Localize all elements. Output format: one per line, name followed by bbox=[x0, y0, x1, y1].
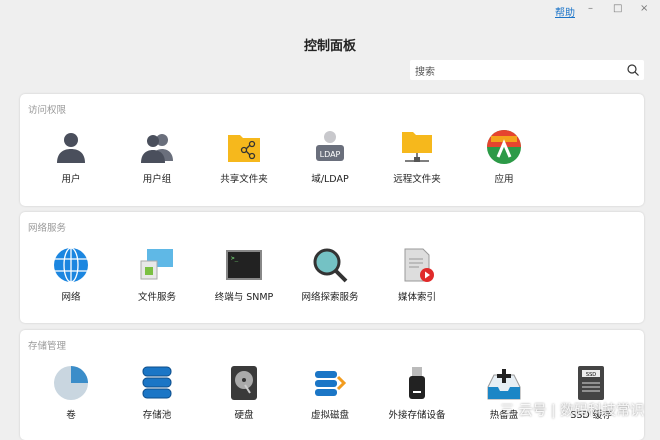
media-index-icon bbox=[404, 248, 434, 282]
svg-text:>_: >_ bbox=[231, 255, 239, 262]
control-panel-item[interactable]: >_ 终端与 SNMP bbox=[201, 247, 287, 303]
item-label: 文件服务 bbox=[137, 292, 176, 303]
control-panel-item[interactable]: LDAP 域/LDAP bbox=[287, 129, 373, 185]
item-label: 网络 bbox=[61, 292, 81, 303]
item-label: 虚拟磁盘 bbox=[310, 410, 349, 421]
user-icon bbox=[57, 133, 85, 163]
virtual-disk-icon bbox=[315, 371, 347, 396]
section-access: 访问权限用户 用户组 共享文件夹 LDAP 域/LDAP 远程文件夹 应用 bbox=[20, 94, 644, 206]
item-label: 共享文件夹 bbox=[220, 174, 268, 185]
shared-folder-icon bbox=[228, 135, 260, 162]
help-link[interactable]: 帮助 bbox=[555, 4, 575, 19]
control-panel-item[interactable]: 卷 bbox=[28, 365, 114, 421]
item-label: 卷 bbox=[66, 410, 76, 421]
watermark: 三 云号 | 数码科技常识 bbox=[500, 403, 645, 419]
section-network: 网络服务网络 文件服务 >_ 终端与 SNMP 网络探索服务 媒体索引 bbox=[20, 212, 644, 323]
storage-pool-icon bbox=[142, 366, 172, 399]
usb-drive-icon bbox=[409, 367, 425, 399]
user-group-icon bbox=[141, 134, 173, 163]
ssd-icon: SSD bbox=[578, 366, 604, 400]
volume-pie-icon bbox=[54, 366, 88, 400]
control-panel-item[interactable]: 硬盘 bbox=[201, 365, 287, 421]
control-panel-item[interactable]: 虚拟磁盘 bbox=[287, 365, 373, 421]
item-label: 用户 bbox=[61, 174, 81, 185]
item-label: 应用 bbox=[494, 174, 514, 185]
control-panel-item[interactable]: 外接存储设备 bbox=[374, 365, 460, 421]
search-placeholder: 搜索 bbox=[415, 66, 435, 78]
page-title: 控制面板 bbox=[303, 39, 356, 54]
item-label: 外接存储设备 bbox=[388, 410, 446, 421]
globe-icon bbox=[54, 247, 88, 283]
item-label: 硬盘 bbox=[234, 410, 254, 421]
control-panel-item[interactable]: 网络 bbox=[28, 247, 114, 303]
control-panel-item[interactable]: 远程文件夹 bbox=[374, 129, 460, 185]
item-label: 媒体索引 bbox=[397, 292, 436, 303]
item-label: 存储池 bbox=[142, 410, 172, 421]
item-label: 终端与 SNMP bbox=[214, 292, 274, 303]
hot-spare-icon bbox=[487, 369, 521, 400]
search-icon[interactable] bbox=[627, 64, 639, 76]
ldap-icon: LDAP bbox=[316, 131, 344, 161]
control-panel-item[interactable]: 媒体索引 bbox=[374, 247, 460, 303]
hard-disk-icon bbox=[231, 366, 257, 400]
magnifier-icon bbox=[313, 248, 348, 283]
terminal-icon: >_ bbox=[226, 250, 262, 280]
item-label: 远程文件夹 bbox=[393, 174, 441, 185]
control-panel-item[interactable]: 用户组 bbox=[114, 129, 200, 185]
minimize-button[interactable]: – bbox=[588, 3, 593, 14]
svg-text:SSD: SSD bbox=[586, 372, 596, 378]
control-panel-item[interactable]: 文件服务 bbox=[114, 247, 200, 303]
section-storage: 存储管理卷存储池 硬盘 虚拟磁盘 外接存储设备 热备盘 SSD SSD 缓存 bbox=[20, 330, 644, 440]
control-panel-item[interactable]: 应用 bbox=[461, 129, 547, 185]
item-label: 用户组 bbox=[142, 174, 172, 185]
section-title: 访问权限 bbox=[28, 105, 67, 116]
search-input[interactable]: 搜索 bbox=[410, 60, 644, 80]
app-icon bbox=[487, 130, 521, 164]
svg-text:LDAP: LDAP bbox=[320, 150, 341, 159]
remote-folder-icon bbox=[402, 132, 432, 162]
file-service-icon bbox=[140, 249, 173, 280]
control-panel-item[interactable]: 存储池 bbox=[114, 365, 200, 421]
item-label: 域/LDAP bbox=[311, 174, 349, 185]
section-title: 存储管理 bbox=[28, 341, 67, 352]
close-button[interactable]: × bbox=[640, 3, 648, 14]
item-label: 网络探索服务 bbox=[301, 292, 359, 303]
control-panel-item[interactable]: 用户 bbox=[28, 129, 114, 185]
section-title: 网络服务 bbox=[28, 223, 67, 234]
control-panel-item[interactable]: 共享文件夹 bbox=[201, 129, 287, 185]
control-panel-item[interactable]: 网络探索服务 bbox=[287, 247, 373, 303]
maximize-button[interactable]: □ bbox=[613, 3, 622, 14]
